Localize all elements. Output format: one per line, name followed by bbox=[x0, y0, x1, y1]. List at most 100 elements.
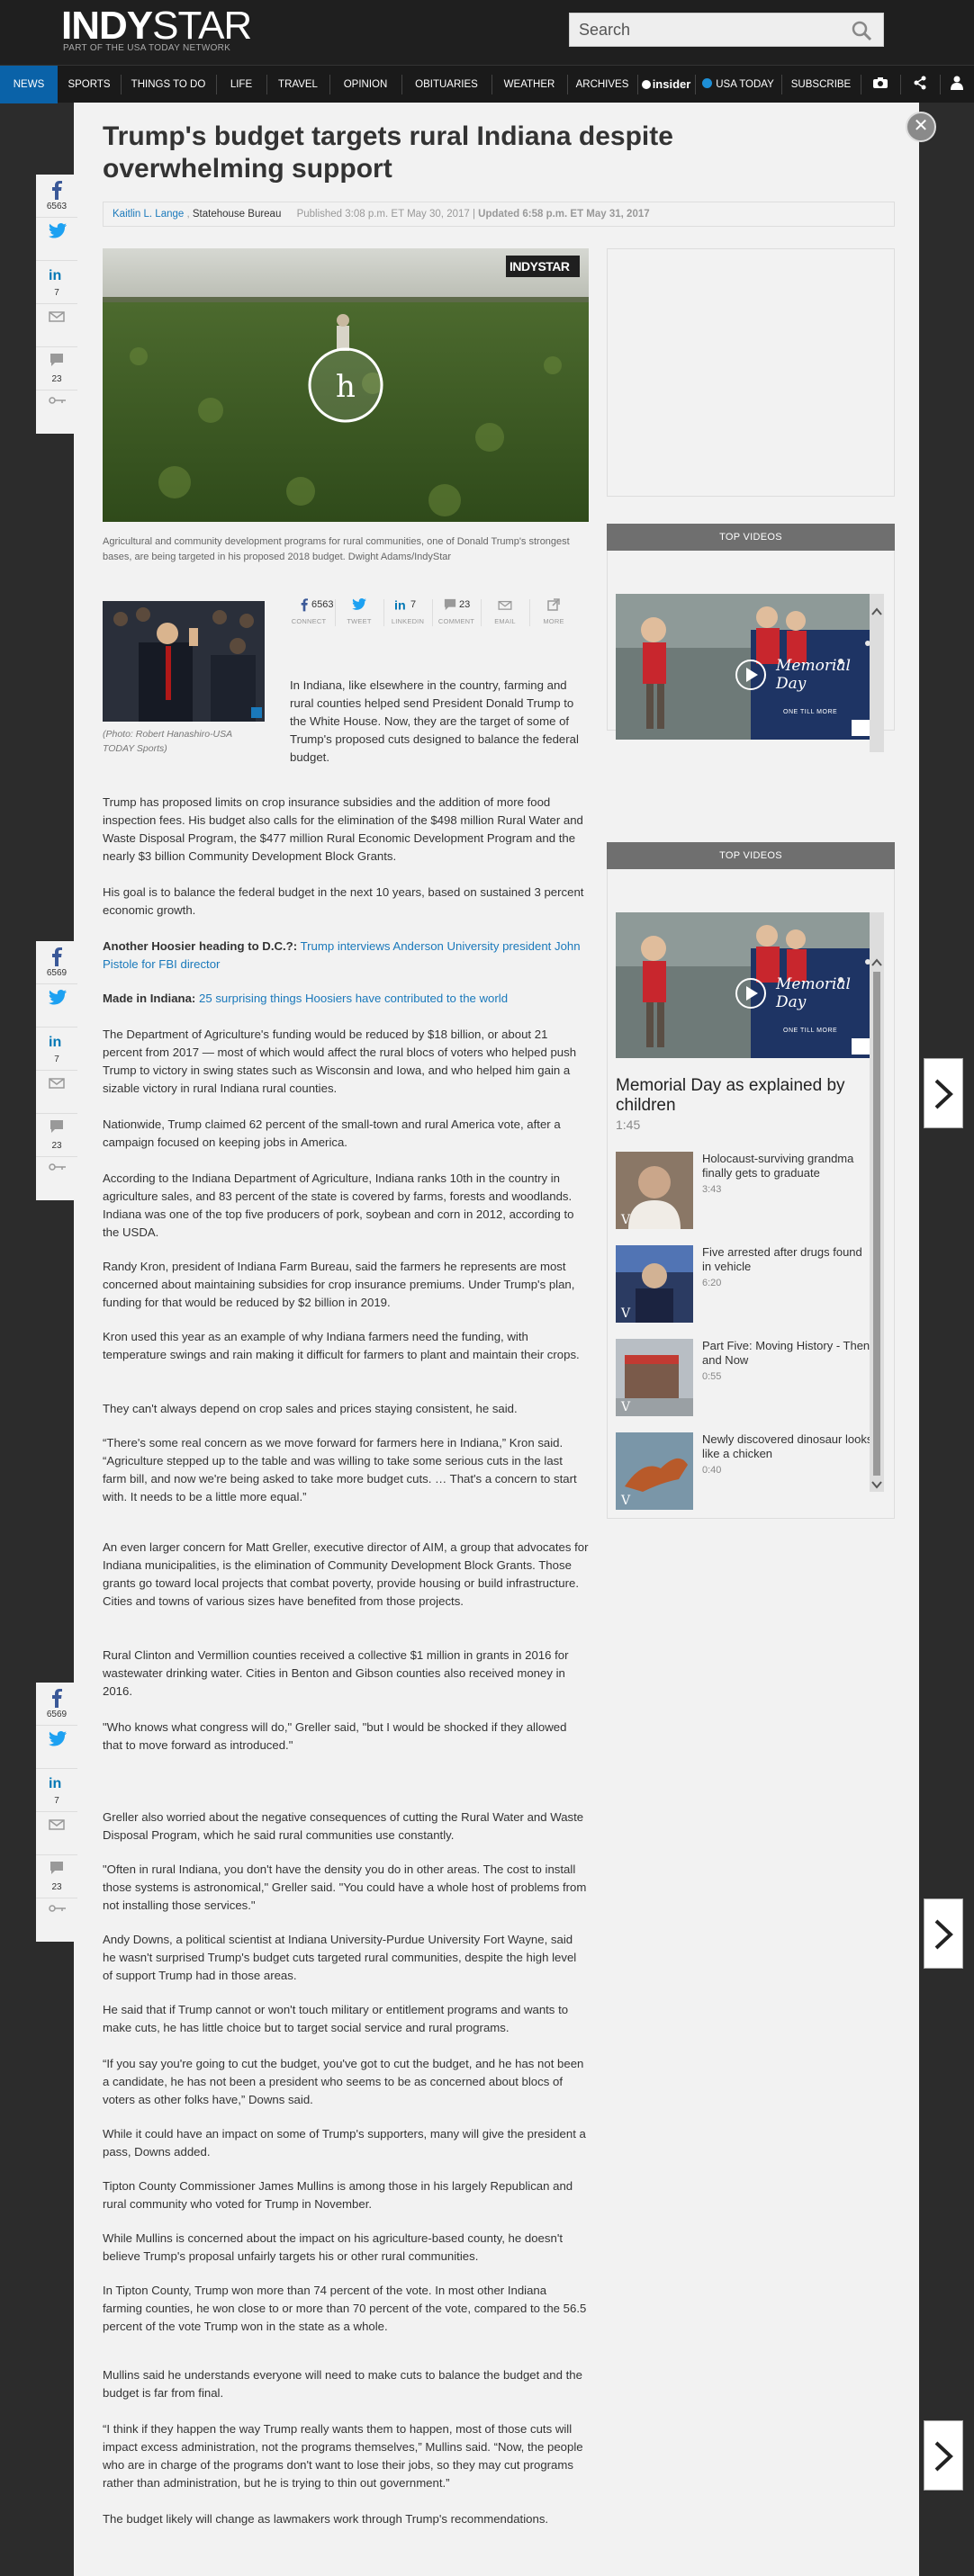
close-button[interactable]: ✕ bbox=[906, 112, 936, 142]
video-scrollbar-2[interactable] bbox=[870, 912, 884, 1492]
site-logo[interactable]: INDYSTAR bbox=[61, 5, 252, 47]
video-list-item[interactable]: V Five arrested after drugs found in veh… bbox=[616, 1245, 877, 1326]
scroll-up-icon bbox=[871, 958, 882, 966]
linkedin-icon: in bbox=[49, 1776, 61, 1791]
next-article-button[interactable] bbox=[924, 1058, 963, 1128]
nav-archives[interactable]: ARCHIVES bbox=[567, 66, 637, 103]
article-paragraph: He said that if Trump cannot or won't to… bbox=[103, 2003, 569, 2034]
email-share[interactable] bbox=[36, 1812, 77, 1855]
video-player[interactable]: Memorial Day ONE TILL MORE bbox=[616, 594, 882, 740]
user-icon[interactable] bbox=[940, 66, 974, 103]
comments-share[interactable]: 23 bbox=[36, 1114, 77, 1157]
next-article-button-2[interactable] bbox=[924, 1898, 963, 1969]
usa-today-dot-icon bbox=[702, 78, 713, 88]
video-player-2[interactable]: Memorial Day ONE TILL MORE bbox=[616, 912, 882, 1058]
facebook-icon bbox=[52, 1689, 62, 1708]
related-label: Made in Indiana: bbox=[103, 992, 196, 1005]
article-paragraph: Kron used this year as an example of why… bbox=[103, 1330, 580, 1361]
nav-news[interactable]: NEWS bbox=[0, 66, 58, 103]
video-scrollbar[interactable] bbox=[870, 594, 884, 752]
facebook-share[interactable]: 6563 bbox=[36, 175, 77, 218]
video-thumbnail: V bbox=[616, 1432, 693, 1510]
nav-opinion[interactable]: OPINION bbox=[329, 66, 401, 103]
nav-life[interactable]: LIFE bbox=[216, 66, 266, 103]
article-paragraph: Andy Downs, a political scientist at Ind… bbox=[103, 1933, 577, 1982]
more-share[interactable] bbox=[36, 1157, 77, 1200]
comments-share[interactable]: 23 bbox=[36, 347, 77, 390]
related-link[interactable]: 25 surprising things Hoosiers have contr… bbox=[199, 992, 508, 1005]
byline: Kaitlin L. Lange , Statehouse Bureau Pub… bbox=[103, 202, 895, 227]
video-list-item[interactable]: V Part Five: Moving History - Then and N… bbox=[616, 1339, 877, 1420]
camera-icon[interactable] bbox=[861, 66, 900, 103]
twitter-share[interactable] bbox=[36, 984, 77, 1028]
chevron-right-icon bbox=[934, 1919, 953, 1950]
email-share[interactable] bbox=[36, 1071, 77, 1114]
svg-text:in: in bbox=[49, 1035, 61, 1049]
nav-subscribe[interactable]: SUBSCRIBE bbox=[781, 66, 861, 103]
video-list-item[interactable]: V Newly discovered dinosaur looks like a… bbox=[616, 1432, 877, 1513]
facebook-share[interactable]: 6569 bbox=[36, 941, 77, 984]
scrollbar-thumb[interactable] bbox=[873, 972, 880, 1476]
search-icon[interactable] bbox=[851, 20, 872, 41]
article-paragraph: While Mullins is concerned about the imp… bbox=[103, 2231, 564, 2263]
article-paragraph: “I think if they happen the way Trump re… bbox=[103, 2422, 583, 2490]
article-paragraph: The Department of Agriculture's funding … bbox=[103, 1028, 577, 1095]
nav-things-to-do[interactable]: THINGS TO DO bbox=[121, 66, 216, 103]
share-icon[interactable] bbox=[900, 66, 940, 103]
article-paragraph: Tipton County Commissioner James Mullins… bbox=[103, 2179, 573, 2211]
search-input[interactable] bbox=[570, 13, 840, 46]
more-share[interactable] bbox=[36, 1898, 77, 1942]
ad-slot bbox=[607, 248, 895, 497]
key-icon bbox=[49, 1163, 66, 1171]
linkedin-icon: in bbox=[49, 268, 61, 283]
video-poster-sub: ONE TILL MORE bbox=[783, 1028, 838, 1034]
video-title: Holocaust-surviving grandma finally gets… bbox=[702, 1152, 854, 1180]
article-title: Trump's budget targets rural Indiana des… bbox=[103, 121, 673, 184]
article-paragraph: In Indiana, like elsewhere in the countr… bbox=[290, 678, 579, 764]
hero-image[interactable]: h INDYSTAR bbox=[103, 248, 589, 522]
featured-video-title[interactable]: Memorial Day as explained by children bbox=[616, 1076, 868, 1116]
twitter-share[interactable] bbox=[36, 218, 77, 261]
linkedin-share[interactable]: in 7 bbox=[36, 1028, 77, 1071]
nav-travel[interactable]: TRAVEL bbox=[266, 66, 329, 103]
next-article-button-3[interactable] bbox=[924, 2420, 963, 2491]
share-rail-2: 6569 in 7 23 bbox=[36, 941, 77, 1200]
video-thumbnail: V bbox=[616, 1245, 693, 1323]
email-icon bbox=[49, 1078, 65, 1089]
video-list-item[interactable]: V Holocaust-surviving grandma finally ge… bbox=[616, 1152, 877, 1233]
article-paragraph: Randy Kron, president of Indiana Farm Bu… bbox=[103, 1260, 575, 1309]
article-paragraph: "Who knows what congress will do," Grell… bbox=[103, 1720, 567, 1752]
email-icon bbox=[498, 600, 512, 610]
comment-icon bbox=[444, 598, 456, 611]
article-paragraph: According to the Indiana Department of A… bbox=[103, 1171, 574, 1239]
more-share[interactable] bbox=[36, 390, 77, 434]
twitter-icon bbox=[49, 223, 67, 238]
comments-share[interactable]: 23 bbox=[36, 1855, 77, 1898]
video-duration: 0:55 bbox=[702, 1371, 722, 1382]
video-poster-text: Memorial Day bbox=[776, 975, 851, 1011]
inline-photo[interactable] bbox=[103, 601, 265, 722]
search-box[interactable] bbox=[569, 13, 884, 47]
linkedin-share[interactable]: in 7 bbox=[36, 1769, 77, 1812]
featured-video-duration: 1:45 bbox=[616, 1117, 641, 1132]
comment-icon bbox=[50, 354, 63, 366]
nav-weather[interactable]: WEATHER bbox=[492, 66, 567, 103]
facebook-share[interactable]: 6569 bbox=[36, 1683, 77, 1726]
email-share[interactable] bbox=[36, 304, 77, 347]
svg-text:V: V bbox=[620, 1213, 631, 1227]
twitter-share[interactable] bbox=[36, 1726, 77, 1769]
related-link-block: Another Hoosier heading to D.C.?: Trump … bbox=[103, 938, 589, 974]
nav-obituaries[interactable]: OBITUARIES bbox=[401, 66, 492, 103]
video-title: Part Five: Moving History - Then and Now bbox=[702, 1339, 870, 1367]
article-paragraph: Rural Clinton and Vermillion counties re… bbox=[103, 1648, 569, 1698]
nav-insider[interactable]: insider bbox=[637, 66, 695, 103]
video-thumbnail: V bbox=[616, 1152, 693, 1229]
nav-sports[interactable]: SPORTS bbox=[58, 66, 121, 103]
author-link[interactable]: Kaitlin L. Lange bbox=[113, 209, 184, 220]
inline-photo-caption: (Photo: Robert Hanashiro-USA TODAY Sport… bbox=[103, 729, 232, 754]
video-duration: 3:43 bbox=[702, 1184, 722, 1195]
facebook-icon bbox=[301, 598, 308, 612]
nav-usa-today[interactable]: USA TODAY bbox=[695, 66, 781, 103]
external-link-icon bbox=[547, 598, 560, 611]
linkedin-share[interactable]: in 7 bbox=[36, 261, 77, 304]
